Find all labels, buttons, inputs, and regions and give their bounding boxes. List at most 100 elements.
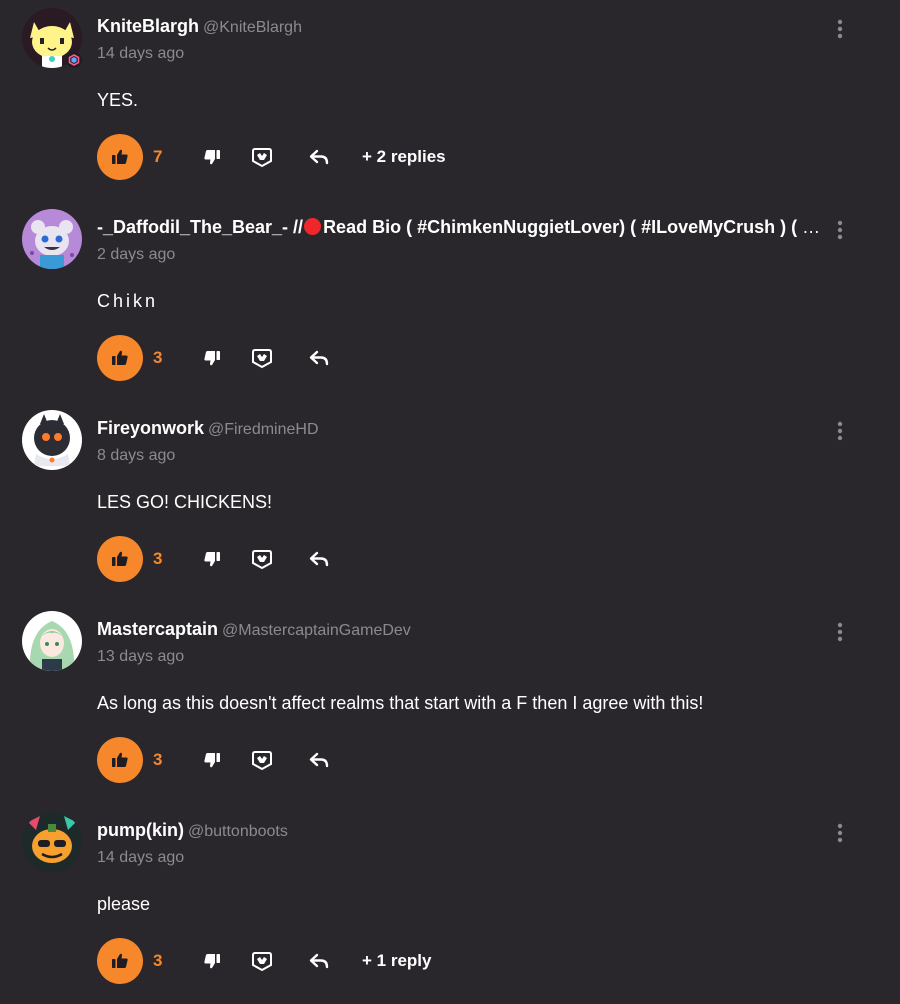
reply-button[interactable] xyxy=(307,346,331,370)
username-link[interactable]: KniteBlargh xyxy=(97,16,199,36)
thumbs-up-icon xyxy=(112,149,128,164)
thumbs-down-icon xyxy=(204,954,220,969)
like-count: 3 xyxy=(153,951,163,970)
comment-actions: 3 + 1 reply xyxy=(97,938,857,984)
more-options-button[interactable] xyxy=(828,215,852,245)
comment-item: KniteBlargh @KniteBlargh 14 days ago YES.… xyxy=(0,0,900,200)
username-suffix[interactable]: Read Bio ( #ChimkenNuggietLover) ( #ILov… xyxy=(323,217,822,237)
thumbs-down-icon xyxy=(204,150,220,165)
green-hair-girl-avatar-icon xyxy=(22,611,82,671)
like-count: 7 xyxy=(153,147,163,166)
comment-actions: 3 xyxy=(97,737,857,783)
award-icon xyxy=(252,751,272,771)
verified-badge-icon xyxy=(66,52,82,68)
award-button[interactable] xyxy=(250,748,274,772)
reply-arrow-icon xyxy=(309,752,329,768)
thumbs-up-icon xyxy=(112,350,128,365)
comment-item: -_Daffodil_The_Bear_- // Read Bio ( #Chim… xyxy=(0,201,900,401)
username-link[interactable]: pump(kin) xyxy=(97,820,184,840)
comment-text: YES. xyxy=(97,90,139,110)
reply-button[interactable] xyxy=(307,748,331,772)
like-button[interactable] xyxy=(97,938,143,984)
user-handle[interactable]: @MastercaptainGameDev xyxy=(222,622,411,639)
more-options-button[interactable] xyxy=(828,818,852,848)
dislike-button[interactable] xyxy=(200,949,224,973)
award-icon xyxy=(252,550,272,570)
comment-item: Fireyonwork @FiredmineHD 8 days ago LES G… xyxy=(0,402,900,602)
reply-arrow-icon xyxy=(309,953,329,969)
thumbs-up-icon xyxy=(112,752,128,767)
comment-header: Fireyonwork @FiredmineHD xyxy=(97,416,822,442)
like-button[interactable] xyxy=(97,737,143,783)
comment-header: pump(kin) @buttonboots xyxy=(97,818,822,844)
timestamp: 14 days ago xyxy=(97,849,185,866)
comment-item: pump(kin) @buttonboots 14 days ago please… xyxy=(0,804,900,1004)
award-button[interactable] xyxy=(250,145,274,169)
thumbs-down-icon xyxy=(204,753,220,768)
more-options-button[interactable] xyxy=(828,14,852,44)
kebab-menu-icon xyxy=(837,220,843,240)
comment-text: LES GO! CHICKENS! xyxy=(97,492,273,512)
dark-creature-avatar-icon xyxy=(22,410,82,470)
view-replies-link[interactable]: + 2 replies xyxy=(362,146,446,168)
comment-item: Mastercaptain @MastercaptainGameDev 13 da… xyxy=(0,603,900,803)
thumbs-up-icon xyxy=(112,953,128,968)
avatar[interactable] xyxy=(22,611,82,671)
award-button[interactable] xyxy=(250,346,274,370)
kebab-menu-icon xyxy=(837,421,843,441)
like-button[interactable] xyxy=(97,536,143,582)
comment-header: -_Daffodil_The_Bear_- // Read Bio ( #Chim… xyxy=(97,215,822,239)
avatar[interactable] xyxy=(22,209,82,269)
kebab-menu-icon xyxy=(837,622,843,642)
username-link[interactable]: Mastercaptain xyxy=(97,619,218,639)
kebab-menu-icon xyxy=(837,823,843,843)
timestamp: 13 days ago xyxy=(97,648,185,665)
user-handle[interactable]: @FiredmineHD xyxy=(208,421,318,438)
thumbs-up-icon xyxy=(112,551,128,566)
like-button[interactable] xyxy=(97,335,143,381)
user-handle[interactable]: @buttonboots xyxy=(188,823,288,840)
more-options-button[interactable] xyxy=(828,416,852,446)
thumbs-down-icon xyxy=(204,552,220,567)
comment-actions: 3 xyxy=(97,536,857,582)
award-button[interactable] xyxy=(250,949,274,973)
kebab-menu-icon xyxy=(837,19,843,39)
dislike-button[interactable] xyxy=(200,547,224,571)
comment-header: KniteBlargh @KniteBlargh xyxy=(97,14,822,40)
award-icon xyxy=(252,148,272,168)
thumbs-down-icon xyxy=(204,351,220,366)
like-button[interactable] xyxy=(97,134,143,180)
award-icon xyxy=(252,349,272,369)
like-count: 3 xyxy=(153,549,163,568)
like-count: 3 xyxy=(153,348,163,367)
dislike-button[interactable] xyxy=(200,748,224,772)
timestamp: 2 days ago xyxy=(97,246,176,263)
dislike-button[interactable] xyxy=(200,145,224,169)
reply-arrow-icon xyxy=(309,149,329,165)
pumpkin-avatar-icon xyxy=(22,812,82,872)
award-button[interactable] xyxy=(250,547,274,571)
user-handle[interactable]: @KniteBlargh xyxy=(203,19,302,36)
comment-text: As long as this doesn't affect realms th… xyxy=(97,693,704,713)
username-link[interactable]: Fireyonwork xyxy=(97,418,204,438)
like-count: 3 xyxy=(153,750,163,769)
award-icon xyxy=(252,952,272,972)
more-options-button[interactable] xyxy=(828,617,852,647)
view-replies-link[interactable]: + 1 reply xyxy=(362,950,431,972)
comment-actions: 3 xyxy=(97,335,857,381)
comment-text: Chikn xyxy=(97,291,159,311)
reply-arrow-icon xyxy=(309,350,329,366)
reply-arrow-icon xyxy=(309,551,329,567)
purple-bear-avatar-icon xyxy=(22,209,82,269)
reply-button[interactable] xyxy=(307,949,331,973)
comment-actions: 7 + 2 replies xyxy=(97,134,857,180)
reply-button[interactable] xyxy=(307,547,331,571)
timestamp: 8 days ago xyxy=(97,447,176,464)
avatar[interactable] xyxy=(22,410,82,470)
avatar[interactable] xyxy=(22,812,82,872)
red-circle-emoji-icon xyxy=(304,218,322,235)
reply-button[interactable] xyxy=(307,145,331,169)
dislike-button[interactable] xyxy=(200,346,224,370)
username-link[interactable]: -_Daffodil_The_Bear_- // xyxy=(97,217,303,237)
comment-text: please xyxy=(97,894,151,914)
